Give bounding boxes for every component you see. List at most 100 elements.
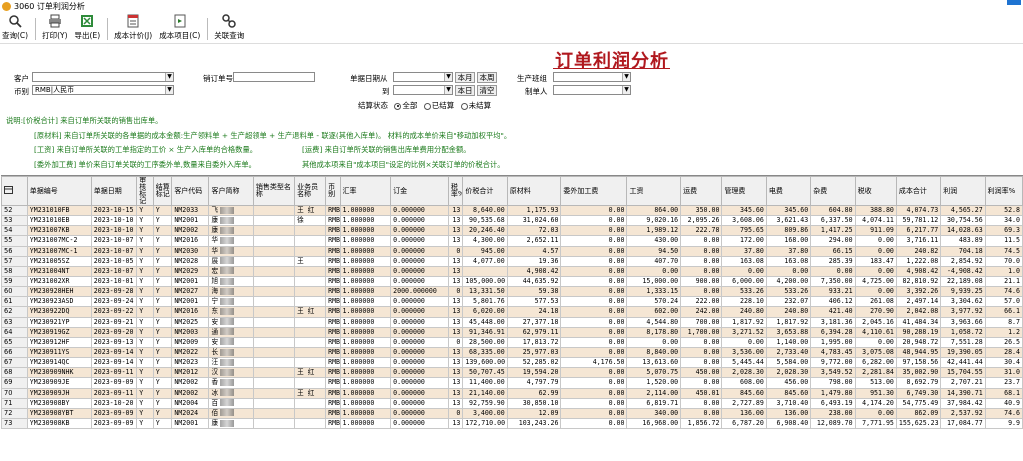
table-row[interactable]: 64 YM230919GZ 2023-09-20 Y Y NM2003 通 RMB 1.0000… [1,326,1023,338]
column-header[interactable]: 单据日期 [90,176,138,206]
settle-done-radio[interactable] [423,102,431,110]
table-row[interactable]: 55 YM231007MC-2 2023-10-07 Y Y NM2016 华 RMB 1.00… [1,235,1023,247]
order-no-input[interactable] [233,72,315,82]
column-header[interactable]: 结算标记 [152,176,173,206]
table-row[interactable]: 72 YM230908YBT 2023-09-09 Y Y NM2024 佰 RMB 1.000… [1,407,1023,419]
table-cell: 2023-09-09 [90,417,138,430]
table-cell: 1.000000 [339,204,392,217]
grid-settings-icon[interactable] [1,176,28,206]
this-month-button[interactable]: 本月 [455,72,475,83]
column-header[interactable]: 汇率 [339,176,392,206]
table-row[interactable]: 59 YM231002XR 2023-10-01 Y Y NM2001 旭 RMB 1.0000… [1,275,1023,288]
column-header[interactable]: 利润率% [984,176,1023,206]
table-cell [294,296,327,308]
table-row[interactable]: 60 YM230928HEH 2023-09-28 Y Y NM2027 海 RMB 1.000… [1,286,1023,298]
column-header[interactable]: 工资 [626,176,682,206]
column-header[interactable]: 运费 [680,176,723,206]
column-header[interactable]: 客户代码 [171,176,210,206]
redacted-mark [220,307,235,315]
column-header[interactable]: 销售类型名称 [252,176,296,206]
table-cell: 0.000000 [390,407,449,419]
export-button[interactable]: 导出(E) [75,14,100,43]
cost-pricing-label: 成本计价(J) [114,31,153,40]
this-week-button[interactable]: 本周 [477,72,497,83]
table-row[interactable]: 66 YM230911YS 2023-09-14 Y Y NM2022 长 RMB 1.0000… [1,346,1023,359]
table-row[interactable]: 69 YM230909JE 2023-09-09 Y Y NM2002 香 RMB 1.0000… [1,377,1023,389]
table-cell: 7,551.28 [940,336,986,348]
currency-select[interactable]: RMB|人民币 ▼ [32,85,174,95]
table-row[interactable]: 53 YM231010EB 2023-10-10 Y Y NM2001 康徐 RMB 1.000… [1,215,1023,227]
settle-not-radio[interactable] [460,102,468,110]
table-row[interactable]: 61 YM230923ASD 2023-09-24 Y Y NM2001 宁 RMB 1.000… [1,296,1023,308]
column-header[interactable]: 订金 [390,176,449,206]
table-cell [294,316,327,328]
date-from-input[interactable]: ▼ [393,72,453,82]
table-cell: 4,797.79 [506,377,562,389]
group-select[interactable]: ▼ [553,72,631,82]
column-header[interactable]: 委外加工费 [560,176,628,206]
table-row[interactable]: 67 YM230914QC 2023-09-14 Y Y NM2023 汪 RMB 1.0000… [1,357,1023,369]
table-cell: 0.000000 [390,225,449,237]
today-button[interactable]: 本日 [455,85,475,96]
table-row[interactable]: 65 YM230912HF 2023-09-13 Y Y NM2009 安 RMB 1.0000… [1,336,1023,348]
column-header[interactable]: 管理费 [721,176,767,206]
print-button[interactable]: 打印(Y) [42,14,68,43]
column-header[interactable]: 客户简称 [208,176,254,206]
date-to-input[interactable]: ▼ [393,85,453,95]
column-header[interactable]: 单据编号 [26,176,92,206]
table-cell: 240.80 [765,306,812,318]
table-row[interactable]: 63 YM230921YP 2023-09-21 Y Y NM2025 安 RMB 1.0000… [1,316,1023,328]
table-cell: 1.000000 [339,255,392,267]
column-header[interactable]: 电费 [765,176,812,206]
table-cell: 13 [447,235,464,247]
column-header[interactable]: 杂费 [810,176,856,206]
table-cell [294,265,327,277]
note-text: 其他成本项来自"成本项目"设定的比例×关联订单的价税合计。 [302,159,505,169]
chevron-down-icon: ▼ [444,73,452,81]
table-row[interactable]: 62 YM230922DQ 2023-09-22 Y Y NM2016 东王 红 RMB 1.0… [1,306,1023,318]
table-cell: 5,070.75 [626,367,682,379]
table-row[interactable]: 70 YM230909JH 2023-09-11 Y Y NM2002 冰王 红 RMB 1.0… [1,387,1023,399]
table-row[interactable]: 58 YM231004NT 2023-10-07 Y Y NM2029 宏 RMB 1.0000… [1,265,1023,277]
table-cell: 0.00 [680,377,723,389]
table-cell: 0.00 [721,265,767,277]
query-button[interactable]: 查询(C) [2,14,28,43]
table-row[interactable]: 54 YM231007KB 2023-10-10 Y Y NM2002 康 RMB 1.0000… [1,225,1023,237]
column-header[interactable]: 利润 [940,176,986,206]
maker-select[interactable]: ▼ [553,85,631,95]
table-row[interactable]: 56 YM231007MC-1 2023-10-07 Y Y NM2030 华 RMB 1.00… [1,245,1023,257]
column-header[interactable]: 成本合计 [895,176,942,206]
table-cell: 240.80 [721,306,767,318]
table-cell: 飞 [208,204,254,217]
column-header[interactable]: 币别 [325,176,341,206]
table-cell: 105,000.00 [462,275,508,288]
column-header[interactable]: 税收 [854,176,897,206]
clear-button[interactable]: 清空 [477,85,497,96]
table-row[interactable]: 71 YM230908BY 2023-10-20 Y Y NM2004 百 RMB 1.0000… [1,397,1023,409]
table-row[interactable]: 73 YM230908KB 2023-09-09 Y Y NM2001 康 RMB 1.0000… [1,417,1023,430]
table-row[interactable]: 68 YM230909NHK 2023-09-11 Y Y NM2012 汉王 红 RMB 1.… [1,367,1023,379]
link-query-button[interactable]: 关联查询 [214,14,244,43]
settle-all-radio[interactable] [394,102,402,110]
column-header[interactable]: 原材料 [506,176,562,206]
column-header[interactable]: 税率% [447,176,464,206]
column-header[interactable]: 价税合计 [462,176,508,206]
table-cell: 172,710.00 [462,417,508,430]
table-cell: Y [152,326,173,338]
table-cell: 王 红 [294,387,327,399]
cost-pricing-button[interactable]: 成本计价(J) [114,14,152,43]
column-header[interactable]: 审核标记 [136,176,154,206]
table-row[interactable]: 52 YM231010FB 2023-10-15 Y Y NM2033 飞王 红 RMB 1.0… [1,204,1023,217]
table-cell: Y [136,245,154,257]
column-header[interactable]: 业务员名称 [294,176,327,206]
table-cell: 2023-09-11 [90,367,138,379]
table-cell: 11.5 [984,235,1023,247]
customer-select[interactable]: ▼ [32,72,174,82]
table-cell: 0.00 [680,397,723,409]
table-cell: 0.00 [854,407,897,419]
table-cell: 0.00 [765,265,812,277]
cost-item-button[interactable]: 成本项目(C) [159,14,200,43]
window-control-strip[interactable] [1007,0,1021,5]
table-row[interactable]: 57 YM231005SZ 2023-10-05 Y Y NM2028 展王 RMB 1.000… [1,255,1023,267]
table-cell: 8,840.00 [626,346,682,359]
